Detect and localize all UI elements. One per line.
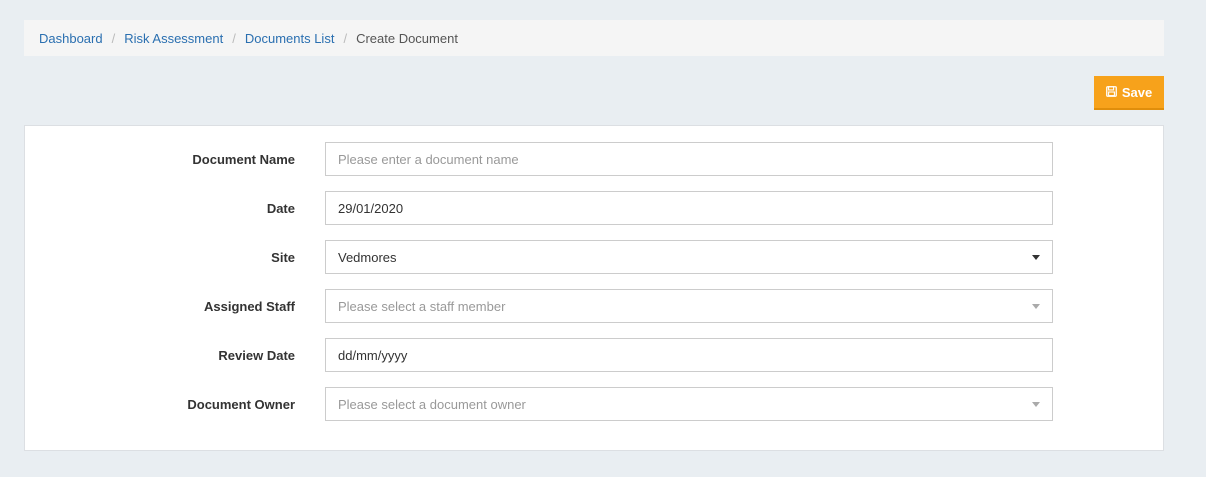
assigned-staff-placeholder: Please select a staff member xyxy=(338,298,506,314)
date-row: Date xyxy=(25,191,1163,225)
assigned-staff-label: Assigned Staff xyxy=(203,298,295,314)
document-name-label: Document Name xyxy=(192,151,295,167)
document-owner-label: Document Owner xyxy=(187,396,295,412)
create-document-form: Document Name Date Site Vedmores Assigne… xyxy=(24,125,1164,451)
review-date-input[interactable]: dd/mm/yyyy xyxy=(325,338,1053,372)
breadcrumb-dashboard-link[interactable]: Dashboard xyxy=(39,31,103,46)
breadcrumb-documents-list-link[interactable]: Documents List xyxy=(245,31,335,46)
date-input[interactable] xyxy=(325,191,1053,225)
site-select-value: Vedmores xyxy=(338,249,397,265)
document-name-row: Document Name xyxy=(25,142,1163,176)
review-date-label: Review Date xyxy=(218,347,295,363)
document-name-input[interactable] xyxy=(325,142,1053,176)
date-label: Date xyxy=(266,200,295,216)
document-owner-row: Document Owner Please select a document … xyxy=(25,387,1163,421)
breadcrumb-separator: / xyxy=(343,30,348,46)
assigned-staff-row: Assigned Staff Please select a staff mem… xyxy=(25,289,1163,323)
document-owner-placeholder: Please select a document owner xyxy=(338,396,526,412)
review-date-row: Review Date dd/mm/yyyy xyxy=(25,338,1163,372)
breadcrumb-separator: / xyxy=(232,30,236,46)
save-button[interactable]: Save xyxy=(1094,76,1164,110)
site-row: Site Vedmores xyxy=(25,240,1163,274)
breadcrumb: Dashboard / Risk Assessment / Documents … xyxy=(24,20,1164,56)
breadcrumb-current-page: Create Document xyxy=(356,30,458,46)
caret-down-icon xyxy=(1032,255,1040,260)
assigned-staff-select[interactable]: Please select a staff member xyxy=(325,289,1053,323)
caret-down-icon xyxy=(1032,304,1040,309)
save-button-label: Save xyxy=(1121,84,1153,100)
breadcrumb-risk-assessment-link[interactable]: Risk Assessment xyxy=(124,31,223,46)
document-owner-select[interactable]: Please select a document owner xyxy=(325,387,1053,421)
review-date-value: dd/mm/yyyy xyxy=(338,347,408,363)
breadcrumb-separator: / xyxy=(111,30,116,46)
floppy-disk-icon xyxy=(1105,85,1122,100)
site-select[interactable]: Vedmores xyxy=(325,240,1053,274)
site-label: Site xyxy=(271,249,295,265)
caret-down-icon xyxy=(1032,402,1040,407)
